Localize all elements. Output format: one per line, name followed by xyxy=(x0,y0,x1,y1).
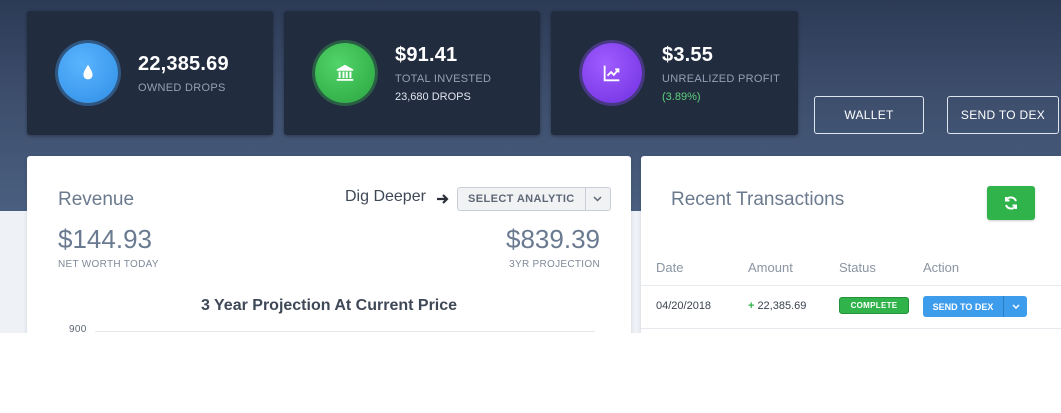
chevron-down-icon xyxy=(586,188,610,210)
row-send-to-dex-button[interactable]: SEND TO DEX xyxy=(923,296,1004,317)
revenue-title: Revenue xyxy=(58,189,135,210)
stat-sub-percentage: (3.89%) xyxy=(662,90,701,103)
transaction-date: 04/20/2018 xyxy=(656,300,712,312)
column-header-action: Action xyxy=(923,260,960,275)
projection-value: $839.39 xyxy=(506,224,600,254)
page-bottom xyxy=(0,333,1061,413)
transaction-amount: +22,385.69 xyxy=(748,300,807,312)
stat-value: $91.41 xyxy=(395,43,458,66)
table-divider xyxy=(641,285,1061,286)
column-header-status: Status xyxy=(839,260,876,275)
stat-card-owned-drops: 22,385.69 OWNED DROPS xyxy=(27,11,273,135)
plus-icon: + xyxy=(748,300,755,312)
refresh-icon xyxy=(1005,196,1017,210)
column-header-date: Date xyxy=(656,260,684,275)
column-header-amount: Amount xyxy=(748,260,793,275)
trending-up-icon xyxy=(582,43,642,103)
chart-title: 3 Year Projection At Current Price xyxy=(200,297,458,314)
stat-card-total-invested: $91.41 TOTAL INVESTED 23,680 DROPS xyxy=(284,11,540,135)
stat-value: 22,385.69 xyxy=(138,52,229,75)
revenue-panel: Revenue Dig Deeper SELECT ANALYTIC $144.… xyxy=(27,156,631,356)
stat-sub: 23,680 DROPS xyxy=(395,90,471,103)
table-divider xyxy=(641,328,1061,329)
arrow-right-icon xyxy=(437,194,449,204)
refresh-button[interactable] xyxy=(987,186,1035,220)
projection-label: 3YR PROJECTION xyxy=(509,259,600,270)
stat-label: OWNED DROPS xyxy=(138,81,226,94)
net-worth-value: $144.93 xyxy=(58,224,152,254)
stat-label: UNREALIZED PROFIT xyxy=(662,72,781,85)
send-to-dex-split-button[interactable]: SEND TO DEX xyxy=(923,296,1027,317)
stat-value: $3.55 xyxy=(662,43,714,66)
transactions-panel: Recent Transactions Date Amount Status A… xyxy=(641,156,1061,356)
send-to-dex-button[interactable]: SEND TO DEX xyxy=(947,96,1059,134)
chevron-down-icon[interactable] xyxy=(1004,296,1027,317)
select-analytic-label: SELECT ANALYTIC xyxy=(458,188,586,210)
stat-card-unrealized-profit: $3.55 UNREALIZED PROFIT (3.89%) xyxy=(551,11,798,135)
dig-deeper-label: Dig Deeper xyxy=(345,188,426,205)
status-badge: COMPLETE xyxy=(839,297,909,314)
bank-icon xyxy=(315,43,375,103)
select-analytic-dropdown[interactable]: SELECT ANALYTIC xyxy=(457,187,611,211)
water-drop-icon xyxy=(58,43,118,103)
wallet-button[interactable]: WALLET xyxy=(814,96,924,134)
net-worth-label: NET WORTH TODAY xyxy=(58,259,159,270)
transactions-title: Recent Transactions xyxy=(671,189,845,210)
stat-label: TOTAL INVESTED xyxy=(395,72,492,85)
chart-gridline xyxy=(95,331,595,332)
